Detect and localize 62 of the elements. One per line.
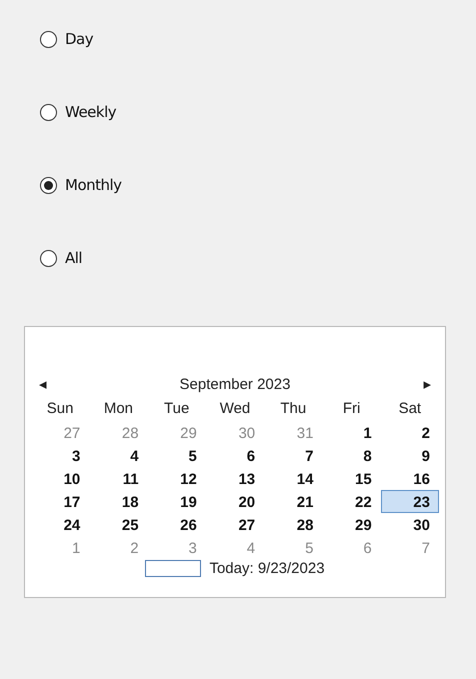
previous-month-button[interactable]: ◂ bbox=[35, 375, 51, 393]
calendar-day[interactable]: 29 bbox=[148, 421, 206, 444]
calendar-day[interactable]: 24 bbox=[31, 513, 90, 536]
today-marker-icon bbox=[145, 560, 202, 577]
calendar-day[interactable]: 3 bbox=[31, 444, 90, 467]
calendar-day[interactable]: 29 bbox=[322, 513, 381, 536]
calendar-day[interactable]: 1 bbox=[31, 536, 90, 559]
calendar-day[interactable]: 2 bbox=[380, 421, 439, 444]
calendar-day[interactable]: 1 bbox=[322, 421, 381, 444]
calendar-day[interactable]: 4 bbox=[89, 444, 148, 467]
calendar-day[interactable]: 5 bbox=[148, 444, 206, 467]
calendar-day[interactable]: 20 bbox=[206, 490, 264, 513]
calendar-day[interactable]: 2 bbox=[89, 536, 148, 559]
calendar-day[interactable]: 11 bbox=[89, 467, 148, 490]
calendar-day[interactable]: 15 bbox=[322, 467, 381, 490]
weekday-label: Wed bbox=[218, 399, 252, 419]
calendar-day[interactable]: 7 bbox=[380, 536, 439, 559]
radio-button[interactable] bbox=[40, 176, 57, 194]
radio-button[interactable] bbox=[40, 250, 57, 266]
radio-option[interactable]: Monthly bbox=[40, 172, 122, 198]
calendar-day[interactable]: 8 bbox=[322, 444, 381, 467]
weekday-label: Sun bbox=[46, 399, 74, 419]
calendar-day[interactable]: 25 bbox=[89, 513, 148, 536]
weekday-label: Sat bbox=[398, 399, 422, 419]
calendar-day[interactable]: 6 bbox=[206, 444, 264, 467]
calendar-day[interactable]: 26 bbox=[148, 513, 206, 536]
calendar-day[interactable]: 23 bbox=[380, 490, 439, 513]
calendar-day[interactable]: 14 bbox=[264, 467, 322, 490]
calendar-day[interactable]: 13 bbox=[206, 467, 264, 490]
calendar-day[interactable]: 4 bbox=[206, 536, 264, 559]
calendar-day[interactable]: 5 bbox=[264, 536, 322, 559]
radio-option[interactable]: All bbox=[40, 245, 82, 271]
calendar-day[interactable]: 9 bbox=[380, 444, 439, 467]
calendar-day[interactable]: 28 bbox=[264, 513, 322, 536]
calendar-day[interactable]: 28 bbox=[89, 421, 148, 444]
calendar-day[interactable]: 16 bbox=[380, 467, 439, 490]
calendar-day[interactable]: 10 bbox=[31, 467, 90, 490]
weekday-label: Fri bbox=[342, 399, 362, 419]
radio-button[interactable] bbox=[40, 104, 57, 120]
radio-option[interactable]: Weekly bbox=[40, 99, 116, 125]
calendar-day[interactable]: 19 bbox=[148, 490, 206, 513]
weekday-label: Mon bbox=[102, 399, 134, 419]
calendar-day[interactable]: 12 bbox=[148, 467, 206, 490]
weekday-label: Thu bbox=[279, 399, 308, 419]
radio-option[interactable]: Day bbox=[40, 26, 94, 52]
weekday-label: Tue bbox=[163, 399, 190, 419]
today-link[interactable]: Today: 9/23/2023 bbox=[209, 560, 325, 577]
calendar-day[interactable]: 7 bbox=[264, 444, 322, 467]
calendar-day[interactable]: 3 bbox=[148, 536, 206, 559]
calendar-day[interactable]: 21 bbox=[264, 490, 322, 513]
calendar-day[interactable]: 17 bbox=[31, 490, 90, 513]
calendar-day[interactable]: 18 bbox=[89, 490, 148, 513]
calendar-day[interactable]: 30 bbox=[380, 513, 439, 536]
month-title[interactable]: September 2023 bbox=[180, 376, 290, 392]
calendar-day[interactable]: 6 bbox=[322, 536, 381, 559]
next-month-button[interactable]: ▸ bbox=[419, 375, 435, 393]
calendar-day[interactable]: 31 bbox=[264, 421, 322, 444]
calendar-day[interactable]: 22 bbox=[322, 490, 381, 513]
calendar-day[interactable]: 30 bbox=[206, 421, 264, 444]
radio-button[interactable] bbox=[40, 30, 57, 48]
calendar-day[interactable]: 27 bbox=[206, 513, 264, 536]
calendar-day[interactable]: 27 bbox=[31, 421, 90, 444]
